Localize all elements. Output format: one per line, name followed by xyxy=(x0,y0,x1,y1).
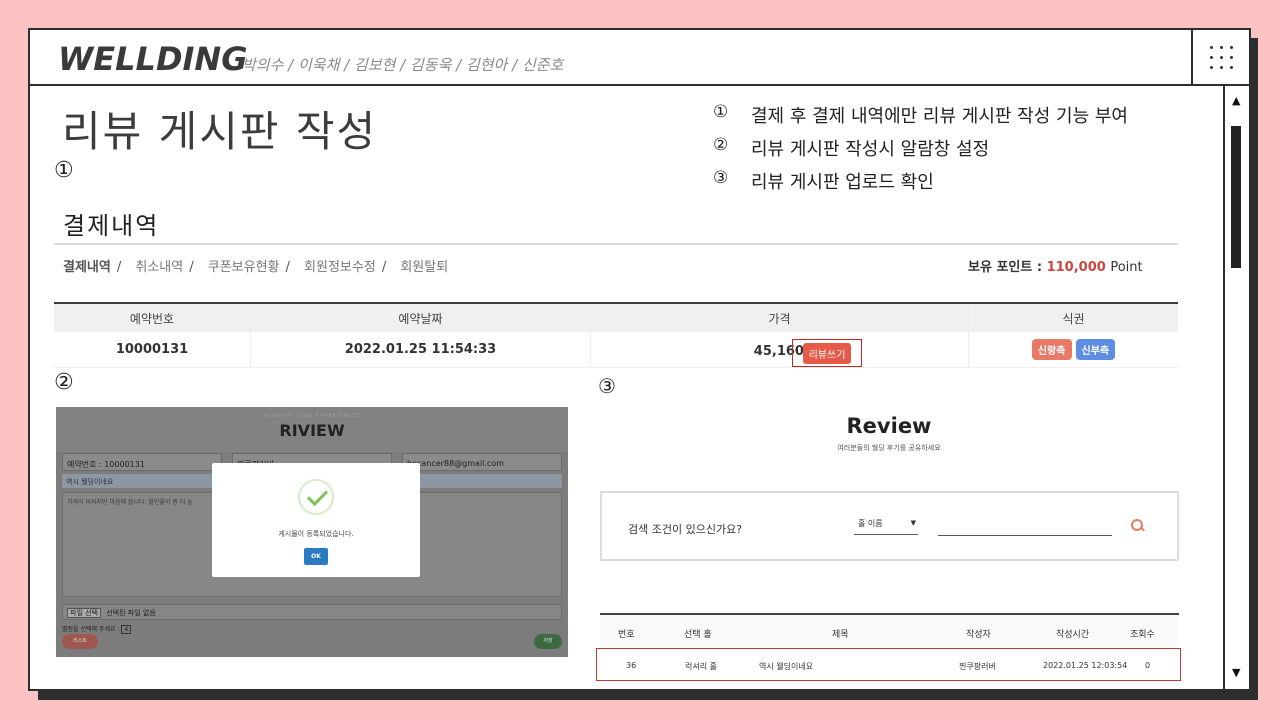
write-review-highlight: 리뷰쓰기 xyxy=(792,339,862,367)
note-item: ③ 리뷰 게시판 업로드 확인 xyxy=(713,168,1128,201)
grid-menu-icon[interactable] xyxy=(1191,30,1249,86)
col-reservation-date: 예약날짜 xyxy=(250,304,590,332)
check-icon xyxy=(298,479,334,515)
cell-price: 45,160,000원 xyxy=(590,332,968,367)
subnav-coupons[interactable]: 쿠폰보유현황 xyxy=(208,260,280,275)
success-modal: 게시물이 등록되었습니다. OK xyxy=(212,463,420,577)
col-hall: 선택 홀 xyxy=(684,630,712,640)
slide-frame: WELLDING 박의수 / 이욱채 / 김보현 / 김동욱 / 김현아 / 신… xyxy=(28,28,1251,691)
chevron-down-icon: ▼ xyxy=(910,519,916,527)
email-field[interactable]: hecancer88@gmail.com xyxy=(402,453,562,471)
scroll-thumb[interactable] xyxy=(1231,126,1241,268)
cell-reservation-date: 2022.01.25 11:54:33 xyxy=(250,332,590,367)
search-icon[interactable] xyxy=(1131,519,1143,531)
write-review-button[interactable]: 리뷰쓰기 xyxy=(802,342,852,364)
note-number: ② xyxy=(713,135,729,155)
points-label: 보유 포인트 : xyxy=(968,260,1043,275)
col-subject: 제목 xyxy=(832,630,849,640)
payment-title: 결제내역 xyxy=(63,212,160,240)
page-title: 리뷰 게시판 작성 xyxy=(62,107,378,156)
col-ticket: 식권 xyxy=(968,304,1178,332)
cell-ticket: 신랑측 신부측 xyxy=(968,332,1178,367)
table-row: 10000131 2022.01.25 11:54:33 45,160,000원… xyxy=(54,332,1178,368)
points-unit: Point xyxy=(1110,260,1143,275)
form-header: SHARING YOUR EXPERIENCES RIVIEW xyxy=(56,407,568,452)
board-subtitle: 여러분들의 웰딩 후기를 공유하세요 xyxy=(837,444,941,452)
marker-2: ② xyxy=(54,370,74,395)
row-time: 2022.01.25 12:03:54 xyxy=(1043,661,1128,670)
divider xyxy=(54,243,1178,245)
rating-select[interactable]: 4 xyxy=(121,625,132,634)
row-subject[interactable]: 역시 웰딩이네요 xyxy=(759,661,813,672)
col-no: 번호 xyxy=(618,630,635,640)
subnav-edit-profile[interactable]: 회원정보수정 xyxy=(304,260,376,275)
board-table-header: 번호 선택 홀 제목 작성자 작성시간 조회수 xyxy=(600,613,1179,646)
save-button[interactable]: 저장 xyxy=(534,634,562,649)
subnav-payments[interactable]: 결제내역 xyxy=(63,260,111,275)
hall-select[interactable]: 홀 이름 ▼ xyxy=(854,518,918,535)
note-text: 리뷰 게시판 작성시 알람창 설정 xyxy=(751,139,990,160)
modal-message: 게시물이 등록되었습니다. xyxy=(278,530,354,538)
payment-subnav: 결제내역 / 취소내역 / 쿠폰보유현황 / 회원정보수정 / 회원탈퇴 xyxy=(63,260,449,275)
board-title: Review xyxy=(846,414,932,438)
review-form-screenshot: SHARING YOUR EXPERIENCES RIVIEW 예약번호 : 1… xyxy=(56,407,568,657)
note-text: 결제 후 결제 내역에만 리뷰 게시판 작성 기능 부여 xyxy=(751,106,1128,127)
bride-ticket-button[interactable]: 신부측 xyxy=(1075,339,1116,360)
col-time: 작성시간 xyxy=(1056,630,1090,640)
points-display: 보유 포인트 : 110,000 Point xyxy=(968,256,1143,275)
row-views: 0 xyxy=(1145,661,1151,670)
note-number: ③ xyxy=(713,168,729,188)
hall-select-value: 홀 이름 xyxy=(858,519,883,528)
scroll-up-icon[interactable]: ▲ xyxy=(1232,94,1240,107)
header: WELLDING 박의수 / 이욱채 / 김보현 / 김동욱 / 김현아 / 신… xyxy=(30,30,1249,86)
form-title: RIVIEW xyxy=(279,421,345,440)
table-header: 예약번호 예약날짜 가격 식권 xyxy=(54,302,1178,332)
brand-logo: WELLDING xyxy=(58,40,248,78)
col-price: 가격 xyxy=(590,304,968,332)
search-label: 검색 조건이 있으신가요? xyxy=(628,523,743,536)
cell-reservation-no: 10000131 xyxy=(115,342,189,357)
col-views: 조회수 xyxy=(1130,630,1155,640)
col-reservation-no: 예약번호 xyxy=(129,311,175,326)
note-text: 리뷰 게시판 업로드 확인 xyxy=(751,172,934,193)
board-row[interactable]: 36 럭셔리 홀 역시 웰딩이네요 찐쿠팡러버 2022.01.25 12:03… xyxy=(596,648,1181,681)
subnav-cancellations[interactable]: 취소내역 xyxy=(135,260,183,275)
modal-ok-button[interactable]: OK xyxy=(304,548,328,565)
search-input[interactable] xyxy=(938,535,1112,536)
col-writer: 작성자 xyxy=(966,630,991,640)
notes-list: ① 결제 후 결제 내역에만 리뷰 게시판 작성 기능 부여 ② 리뷰 게시판 작성… xyxy=(713,102,1128,201)
marker-1: ① xyxy=(54,158,74,183)
groom-ticket-button[interactable]: 신랑측 xyxy=(1031,339,1072,360)
file-select-button[interactable]: 파일 선택 xyxy=(67,608,101,618)
row-no: 36 xyxy=(626,661,637,670)
review-board-screenshot: Review 여러분들의 웰딩 후기를 공유하세요 검색 조건이 있으신가요? … xyxy=(596,407,1182,681)
marker-3: ③ xyxy=(598,374,616,398)
subnav-withdraw[interactable]: 회원탈퇴 xyxy=(400,260,448,275)
search-box: 검색 조건이 있으신가요? 홀 이름 ▼ xyxy=(600,491,1179,561)
row-writer: 찐쿠팡러버 xyxy=(959,662,996,671)
member-names: 박의수 / 이욱채 / 김보현 / 김동욱 / 김현아 / 신준호 xyxy=(242,56,564,74)
scroll-down-icon[interactable]: ▼ xyxy=(1232,666,1240,679)
form-kicker: SHARING YOUR EXPERIENCES xyxy=(262,413,362,419)
payment-table: 예약번호 예약날짜 가격 식권 10000131 2022.01.25 11:5… xyxy=(54,302,1178,368)
rating-hint: 별점을 선택해 주세요 : xyxy=(62,626,120,633)
note-number: ① xyxy=(713,102,729,122)
file-input[interactable]: 파일 선택 선택된 파일 없음 xyxy=(62,604,562,620)
reservation-field[interactable]: 예약번호 : 10000131 xyxy=(62,453,222,471)
note-item: ② 리뷰 게시판 작성시 알람창 설정 xyxy=(713,135,1128,168)
scrollbar[interactable]: ▲ ▼ xyxy=(1223,86,1249,689)
list-button[interactable]: 리스트 xyxy=(62,634,98,649)
note-item: ① 결제 후 결제 내역에만 리뷰 게시판 작성 기능 부여 xyxy=(713,102,1128,135)
row-hall: 럭셔리 홀 xyxy=(685,662,717,671)
rating-row: 별점을 선택해 주세요 : 4 xyxy=(62,624,132,634)
file-status: 선택된 파일 없음 xyxy=(106,609,156,617)
points-value: 110,000 xyxy=(1046,260,1106,275)
